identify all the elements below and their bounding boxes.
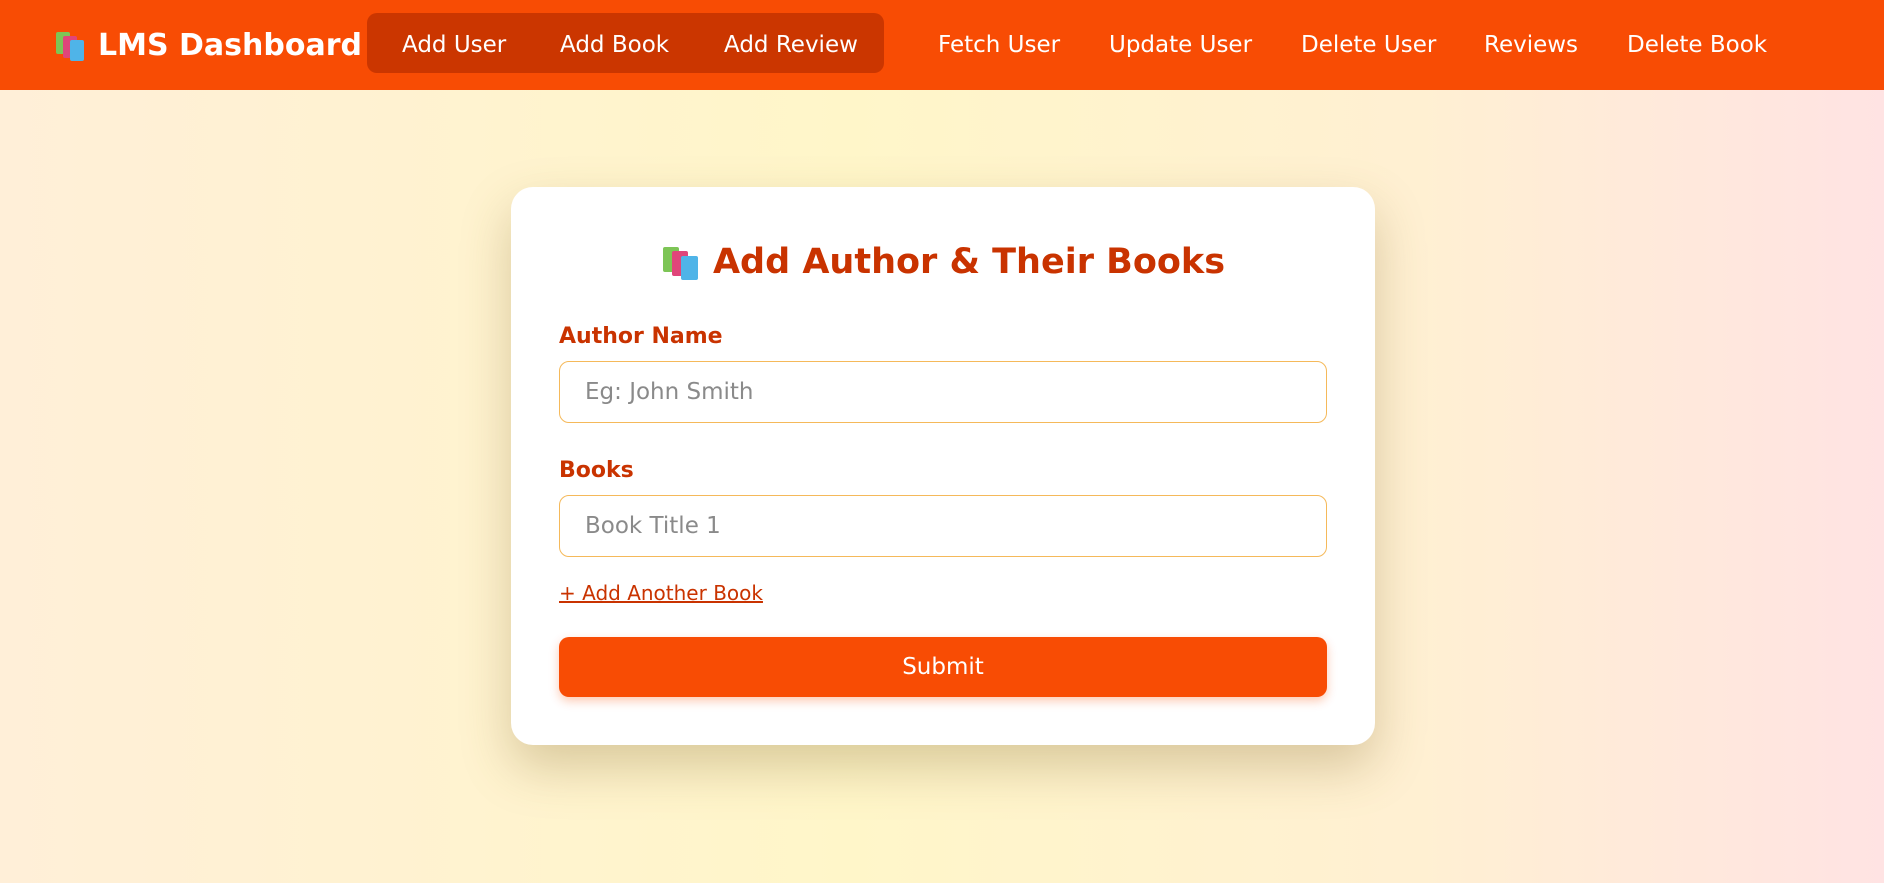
books-label: Books	[559, 458, 634, 483]
nav-delete-book[interactable]: Delete Book	[1627, 0, 1767, 90]
nav-delete-user[interactable]: Delete User	[1301, 0, 1436, 90]
brand[interactable]: LMS Dashboard	[54, 0, 362, 90]
nav-update-user[interactable]: Update User	[1109, 0, 1252, 90]
add-author-form-card: Add Author & Their Books Author Name Boo…	[511, 187, 1375, 745]
books-icon	[54, 29, 86, 61]
nav-reviews[interactable]: Reviews	[1484, 0, 1578, 90]
books-icon	[661, 244, 699, 280]
nav-fetch-user[interactable]: Fetch User	[938, 0, 1060, 90]
author-name-input[interactable]	[559, 361, 1327, 423]
nav-add-review[interactable]: Add Review	[724, 0, 858, 90]
nav-add-user[interactable]: Add User	[402, 0, 506, 90]
brand-title: LMS Dashboard	[98, 27, 362, 63]
form-title-text: Add Author & Their Books	[712, 242, 1226, 282]
add-another-book-link[interactable]: + Add Another Book	[559, 581, 763, 605]
author-name-label: Author Name	[559, 324, 723, 349]
top-navbar: LMS Dashboard Add User Add Book Add Revi…	[0, 0, 1884, 90]
book-title-input[interactable]	[559, 495, 1327, 557]
nav-add-book[interactable]: Add Book	[560, 0, 669, 90]
submit-button[interactable]: Submit	[559, 637, 1327, 697]
form-title: Add Author & Their Books	[511, 237, 1375, 287]
